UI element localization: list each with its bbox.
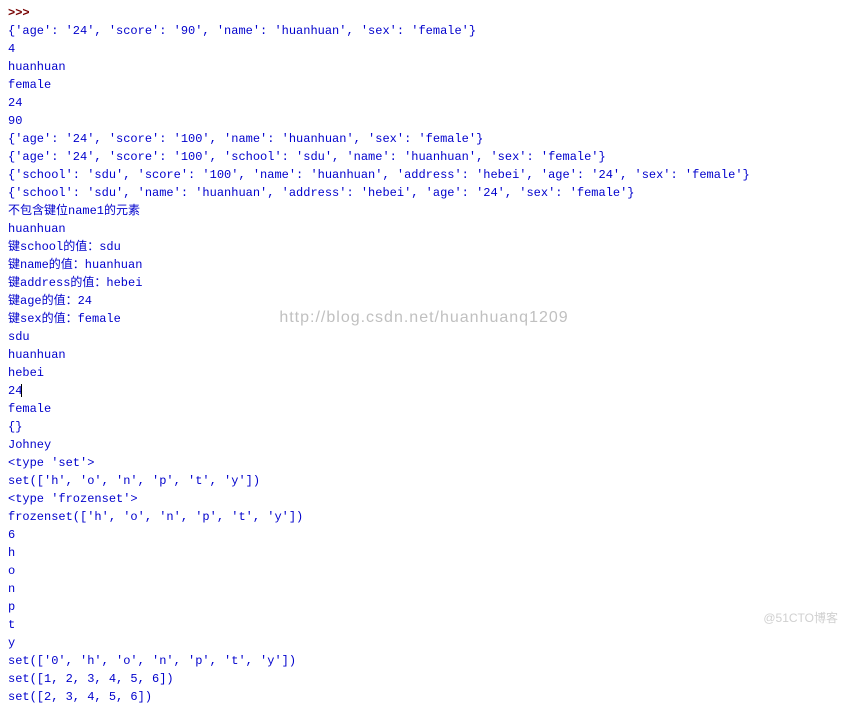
output-line: set(['0', 'h', 'o', 'n', 'p', 't', 'y']) bbox=[8, 652, 840, 670]
output-line: set([1, 2, 3, 4, 5, 6]) bbox=[8, 670, 840, 688]
output-line: 24 bbox=[8, 94, 840, 112]
output-line: p bbox=[8, 598, 840, 616]
output-line: 4 bbox=[8, 40, 840, 58]
prompt-line: >>> bbox=[8, 4, 840, 22]
output-line: sdu bbox=[8, 328, 840, 346]
output-line: 键age的值：24 bbox=[8, 292, 840, 310]
output-line: {'age': '24', 'score': '100', 'school': … bbox=[8, 148, 840, 166]
python-prompt: >>> bbox=[8, 6, 37, 20]
output-line: 6 bbox=[8, 526, 840, 544]
output-text: 24 bbox=[8, 384, 22, 398]
output-line: huanhuan bbox=[8, 220, 840, 238]
output-line: {'school': 'sdu', 'name': 'huanhuan', 'a… bbox=[8, 184, 840, 202]
output-line: t bbox=[8, 616, 840, 634]
output-line: o bbox=[8, 562, 840, 580]
output-line: female bbox=[8, 76, 840, 94]
output-line: female bbox=[8, 400, 840, 418]
output-line: h bbox=[8, 544, 840, 562]
output-line: 键address的值：hebei bbox=[8, 274, 840, 292]
output-line: set([2, 3, 4, 5, 6]) bbox=[8, 688, 840, 706]
output-line: n bbox=[8, 580, 840, 598]
output-line: Johney bbox=[8, 436, 840, 454]
output-line: <type 'frozenset'> bbox=[8, 490, 840, 508]
output-line: huanhuan bbox=[8, 58, 840, 76]
output-line-cursor: 24 bbox=[8, 382, 840, 400]
output-line: 键school的值：sdu bbox=[8, 238, 840, 256]
output-line: {'age': '24', 'score': '90', 'name': 'hu… bbox=[8, 22, 840, 40]
terminal-output: >>> {'age': '24', 'score': '90', 'name':… bbox=[8, 4, 840, 706]
output-line: {} bbox=[8, 418, 840, 436]
output-line: 不包含键位name1的元素 bbox=[8, 202, 840, 220]
output-line: 90 bbox=[8, 112, 840, 130]
output-line: <type 'set'> bbox=[8, 454, 840, 472]
output-line: {'school': 'sdu', 'score': '100', 'name'… bbox=[8, 166, 840, 184]
output-line: y bbox=[8, 634, 840, 652]
output-line: frozenset(['h', 'o', 'n', 'p', 't', 'y']… bbox=[8, 508, 840, 526]
output-line: hebei bbox=[8, 364, 840, 382]
output-line: huanhuan bbox=[8, 346, 840, 364]
text-cursor bbox=[21, 384, 22, 397]
output-line: {'age': '24', 'score': '100', 'name': 'h… bbox=[8, 130, 840, 148]
output-line: set(['h', 'o', 'n', 'p', 't', 'y']) bbox=[8, 472, 840, 490]
output-line: 键name的值：huanhuan bbox=[8, 256, 840, 274]
output-line: 键sex的值：female bbox=[8, 310, 840, 328]
